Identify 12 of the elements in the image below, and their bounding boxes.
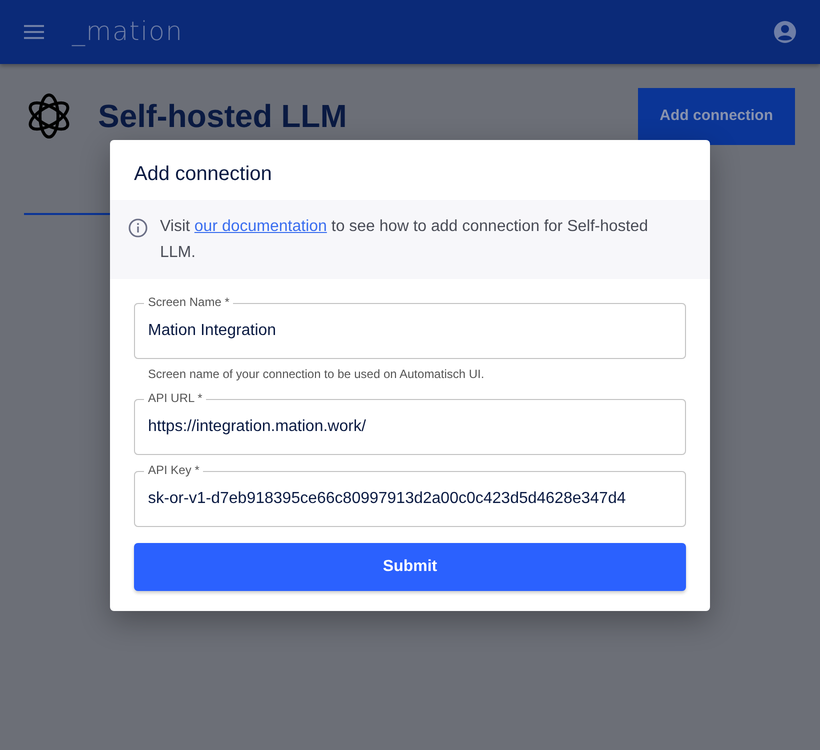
menu-icon[interactable] (24, 25, 44, 39)
info-icon (128, 218, 148, 238)
dialog-title: Add connection (133, 162, 273, 187)
documentation-link[interactable]: our documentation (194, 218, 327, 235)
logo[interactable]: _mation (72, 12, 184, 52)
helper-text: Screen name of your connection to be used on Automatisch UI. (148, 366, 486, 384)
add-connection-button[interactable]: Add connection (638, 88, 795, 144)
submit-button[interactable]: Submit (134, 543, 686, 592)
field-label: API Key * (144, 463, 204, 478)
account-icon[interactable] (774, 21, 796, 43)
notice-text: Visit our documentation to see how to add connection for Self-hosted LLM. (160, 217, 650, 263)
page-title: Self-hosted LLM (98, 97, 348, 136)
